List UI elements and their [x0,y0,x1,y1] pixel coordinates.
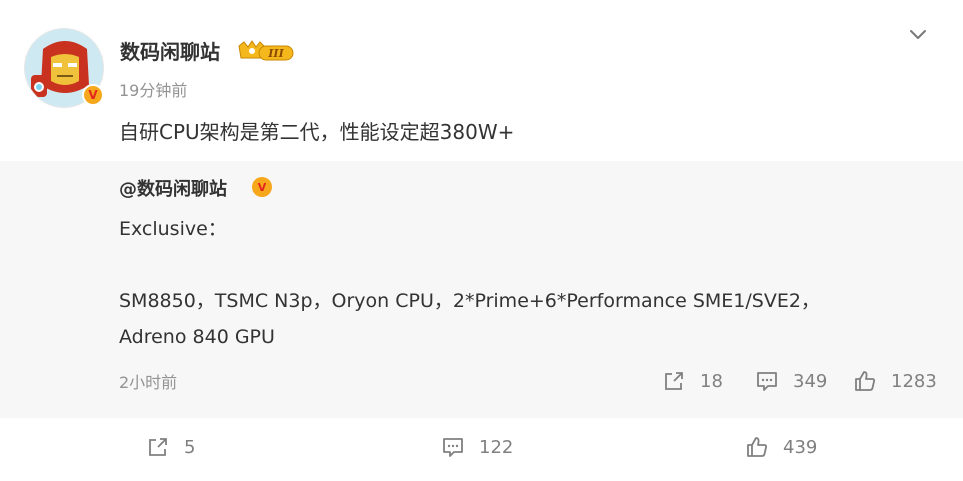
repost-line [119,247,939,283]
share-icon [149,438,167,456]
like-icon [855,371,875,391]
repost-body: Exclusive： SM8850，TSMC N3p，Oryon CPU，2*P… [119,211,939,355]
collapse-button[interactable] [906,22,930,46]
repost-verified-mark: V [257,180,267,194]
crown-level-badge-icon: III [238,40,294,61]
avatar-container[interactable]: V [24,28,104,108]
like-count: 439 [783,436,818,458]
repost-line: Exclusive： [119,218,227,240]
share-button[interactable]: 5 [146,435,195,459]
repost-share-count: 18 [700,370,723,392]
repost-line: SM8850，TSMC N3p，Oryon CPU，2*Prime+6*Perf… [119,290,820,312]
post-text: 自研CPU架构是第二代，性能设定超380W+ [119,120,515,144]
repost-like-count: 1283 [891,370,937,392]
like-button[interactable]: 439 [745,435,817,459]
repost-block[interactable]: @数码闲聊站 V Exclusive： SM8850，TSMC N3p，Oryo… [0,161,963,418]
repost-author-name[interactable]: @数码闲聊站 [119,175,227,201]
post-action-bar: 5 122 439 [0,418,963,481]
repost-timestamp[interactable]: 2小时前 [119,369,177,393]
author-name[interactable]: 数码闲聊站 [120,36,220,65]
repost-comment-button[interactable]: 349 [755,367,827,395]
post-timestamp[interactable]: 19分钟前 [119,77,187,101]
share-count: 5 [184,436,196,458]
verified-badge-icon: V [82,84,104,106]
repost-like-button[interactable]: 1283 [853,367,937,395]
repost-comment-count: 349 [793,370,828,392]
like-icon [747,437,767,457]
comment-count: 122 [479,436,514,458]
repost-line: Adreno 840 GPU [119,326,275,348]
comment-button[interactable]: 122 [441,435,513,459]
share-icon [665,372,683,390]
chevron-down-icon [910,30,926,39]
repost-verified-badge-icon: V [252,177,272,197]
repost-share-button[interactable]: 18 [662,367,723,395]
weibo-post-card: V 数码闲聊站 III 19分钟前 自研CPU架构是第二代，性能设定超380W+… [0,0,963,481]
comment-icon [443,438,463,457]
verified-mark: V [88,88,98,102]
comment-icon [757,372,777,391]
level-badge-text: III [267,47,284,60]
